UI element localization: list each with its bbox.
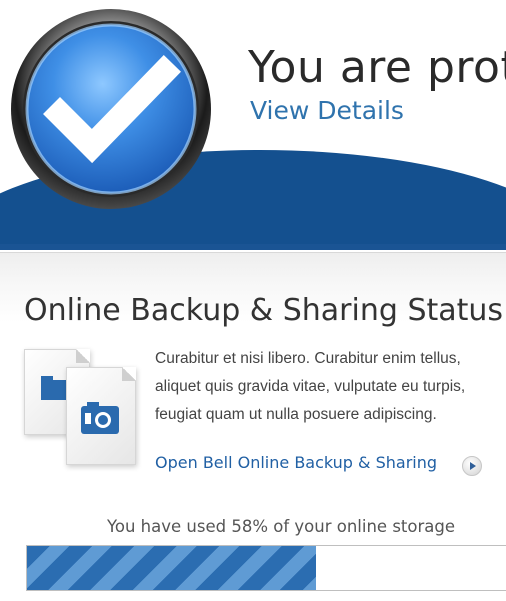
- description-line: Curabitur et nisi libero. Curabitur enim…: [155, 350, 461, 367]
- storage-progress-fill: [27, 546, 316, 590]
- status-header: You are protected View Details: [0, 0, 506, 250]
- storage-usage-text: You have used 58% of your online storage: [107, 517, 456, 536]
- check-shield-icon: [11, 9, 211, 209]
- protection-status-title: You are protected: [248, 42, 506, 93]
- storage-progress-bar: [26, 545, 506, 591]
- open-backup-link[interactable]: Open Bell Online Backup & Sharing: [155, 453, 437, 472]
- description-line: aliquet quis gravida vitae, vulputate eu…: [155, 378, 466, 395]
- backup-description: Curabitur et nisi libero. Curabitur enim…: [155, 345, 465, 429]
- header-band: [0, 244, 506, 250]
- play-arrow-icon[interactable]: [462, 456, 482, 476]
- view-details-link[interactable]: View Details: [250, 96, 404, 125]
- camera-icon: [81, 402, 119, 434]
- folder-icon: [41, 376, 69, 400]
- panel-title: Online Backup & Sharing Status: [24, 293, 504, 328]
- document-front-icon: [66, 367, 136, 465]
- backup-status-panel: Online Backup & Sharing Status Curabitur…: [0, 252, 506, 601]
- description-line: feugiat quam ut nulla posuere adipiscing…: [155, 406, 437, 423]
